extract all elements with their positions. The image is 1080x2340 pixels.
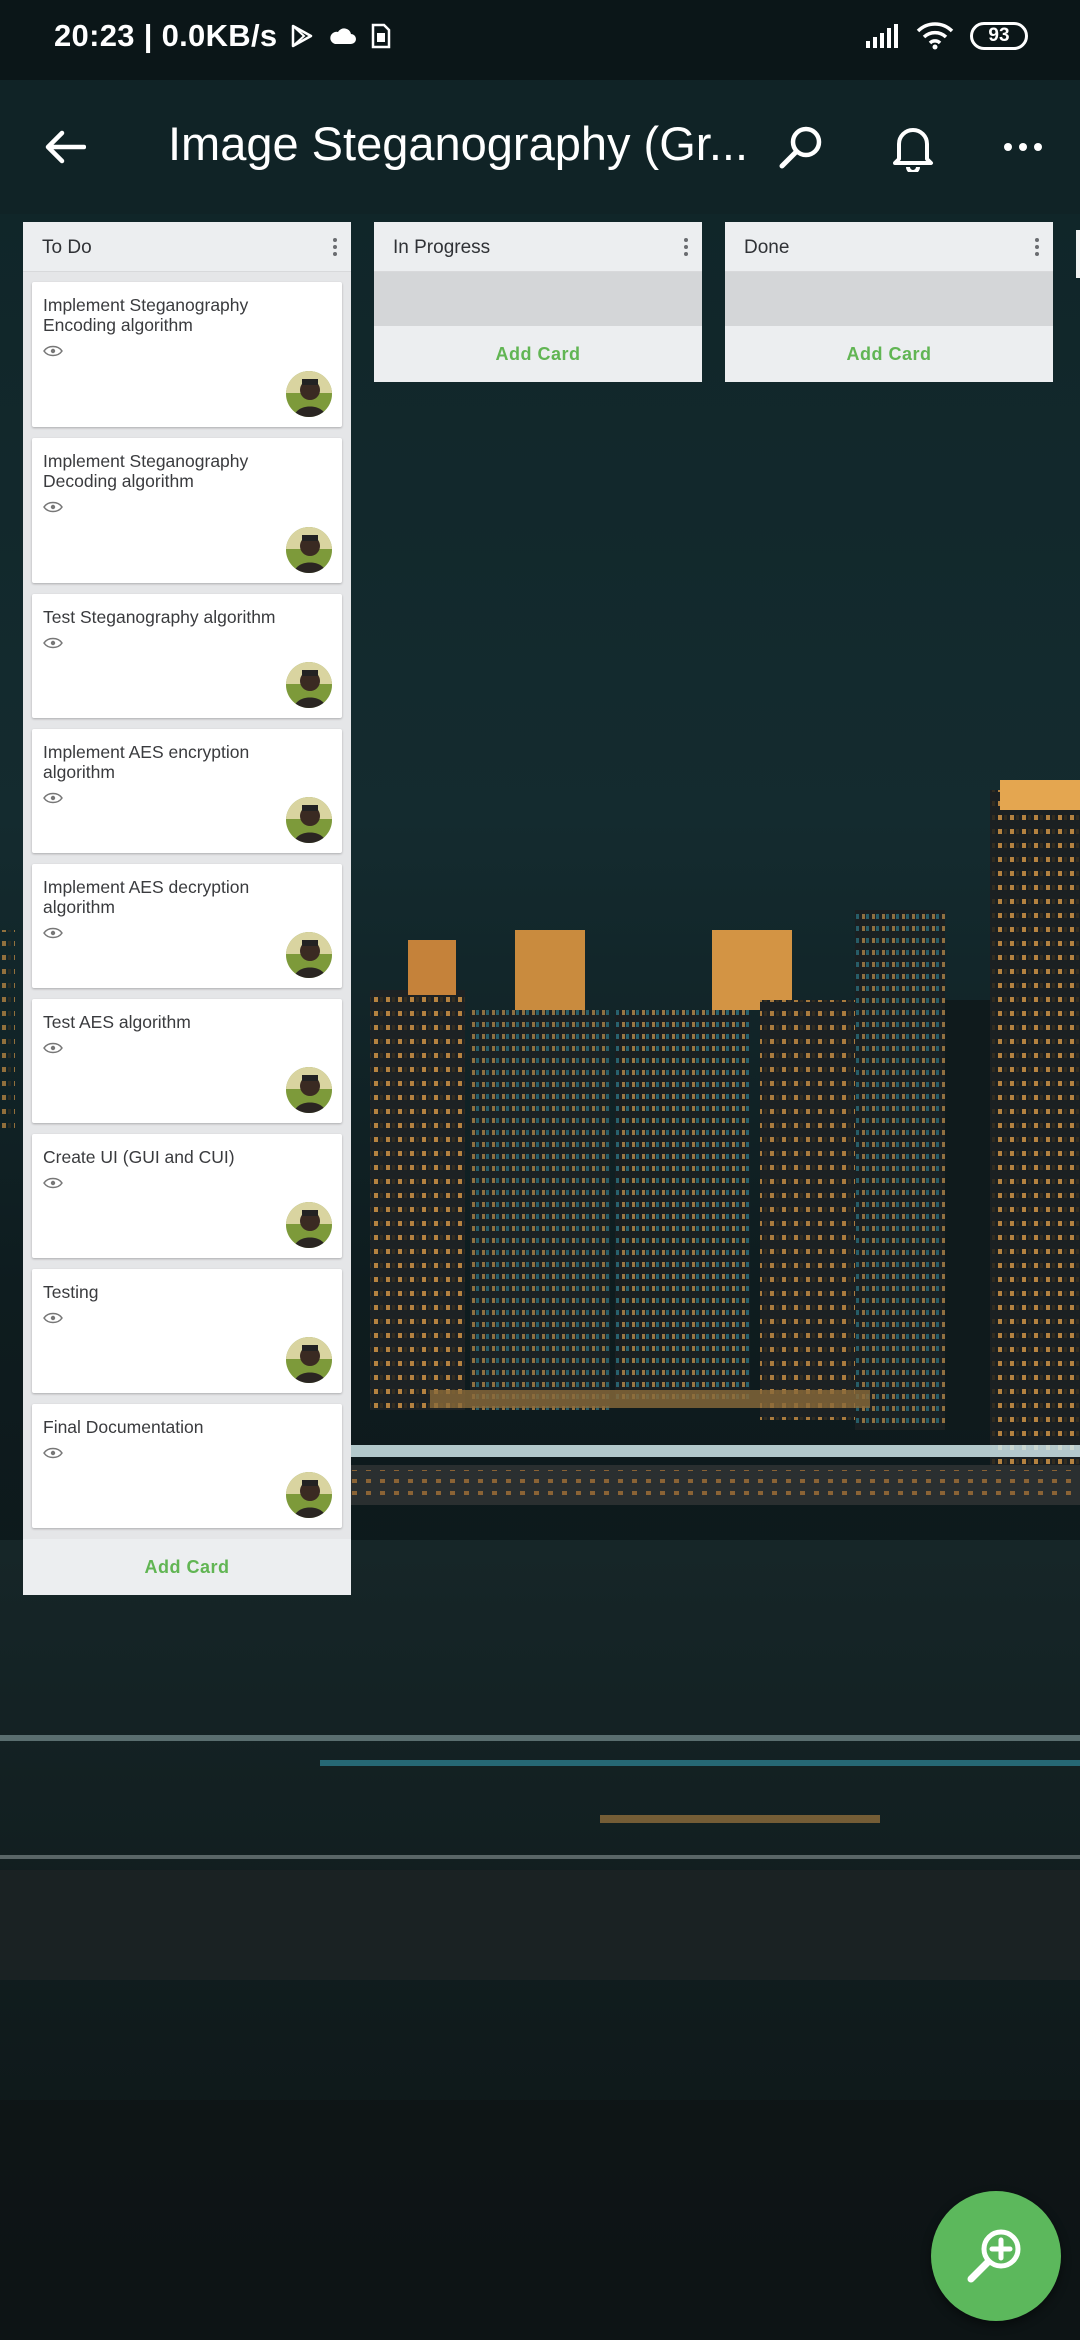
card-title: Implement AES decryption algorithm: [43, 877, 250, 917]
card[interactable]: Implement Steganography Decoding algorit…: [32, 438, 342, 583]
card-list: Implement Steganography Encoding algorit…: [23, 272, 351, 1528]
list-title: Done: [744, 237, 790, 258]
add-card-button[interactable]: Add Card: [374, 326, 702, 382]
battery-icon: 93: [970, 22, 1028, 50]
member-avatar: [286, 1337, 332, 1383]
card[interactable]: Implement AES decryption algorithm: [32, 864, 342, 988]
card-title: Create UI (GUI and CUI): [43, 1147, 235, 1167]
add-card-button[interactable]: Add Card: [23, 1539, 351, 1595]
list-title: In Progress: [393, 237, 491, 258]
list-done: Done Add Card: [725, 222, 1053, 382]
list-header: In Progress: [374, 222, 702, 272]
empty-card-slot: [725, 272, 1053, 326]
list-menu-icon[interactable]: [331, 238, 339, 256]
status-time: 20:23 | 0.0KB/s: [54, 18, 278, 53]
status-bar: 20:23 | 0.0KB/s 93: [0, 0, 1080, 80]
card-title: Implement AES encryption algorithm: [43, 742, 250, 782]
eye-icon: [43, 792, 63, 804]
card[interactable]: Implement Steganography Encoding algorit…: [32, 282, 342, 427]
list-to-do: To Do Implement Steganography Encoding a…: [23, 222, 351, 1595]
list-in-progress: In Progress Add Card: [374, 222, 702, 382]
card-title: Test Steganography algorithm: [43, 607, 276, 627]
app-bar: Image Steganography (Gr...: [0, 80, 1080, 214]
card-title: Final Documentation: [43, 1417, 204, 1437]
list-header: To Do: [23, 222, 351, 272]
zoom-in-icon: [967, 2229, 1021, 2283]
more-icon[interactable]: [990, 114, 1056, 180]
search-icon[interactable]: [768, 114, 834, 180]
signal-icon: [864, 23, 900, 49]
eye-icon: [43, 1312, 63, 1324]
wifi-icon: [916, 22, 954, 50]
bell-icon[interactable]: [880, 114, 946, 180]
add-card-button[interactable]: Add Card: [725, 326, 1053, 382]
card-title: Implement Steganography Decoding algorit…: [43, 451, 249, 491]
card-title: Testing: [43, 1282, 99, 1302]
card[interactable]: Testing: [32, 1269, 342, 1393]
eye-icon: [43, 501, 63, 513]
member-avatar: [286, 527, 332, 573]
member-avatar: [286, 1067, 332, 1113]
card-title: Implement Steganography Encoding algorit…: [43, 295, 249, 335]
card-title: Test AES algorithm: [43, 1012, 191, 1032]
eye-icon: [43, 1042, 63, 1054]
board-title: Image Steganography (Gr...: [168, 117, 748, 170]
member-avatar: [286, 797, 332, 843]
eye-icon: [43, 637, 63, 649]
cloud-icon: [327, 26, 357, 46]
eye-icon: [43, 345, 63, 357]
empty-card-slot: [374, 272, 702, 326]
member-avatar: [286, 371, 332, 417]
card[interactable]: Test Steganography algorithm: [32, 594, 342, 718]
card[interactable]: Test AES algorithm: [32, 999, 342, 1123]
member-avatar: [286, 932, 332, 978]
card[interactable]: Final Documentation: [32, 1404, 342, 1528]
play-store-icon: [291, 24, 313, 48]
member-avatar: [286, 662, 332, 708]
list-menu-icon[interactable]: [1033, 238, 1041, 256]
eye-icon: [43, 1177, 63, 1189]
zoom-in-button[interactable]: [931, 2191, 1061, 2321]
card[interactable]: Implement AES encryption algorithm: [32, 729, 342, 853]
list-header: Done: [725, 222, 1053, 272]
card[interactable]: Create UI (GUI and CUI): [32, 1134, 342, 1258]
list-menu-icon[interactable]: [682, 238, 690, 256]
eye-icon: [43, 927, 63, 939]
member-avatar: [286, 1472, 332, 1518]
next-list-edge[interactable]: [1076, 230, 1080, 278]
eye-icon: [43, 1447, 63, 1459]
back-arrow-icon[interactable]: [32, 114, 98, 180]
member-avatar: [286, 1202, 332, 1248]
list-title: To Do: [42, 237, 92, 258]
sim-card-icon: [371, 23, 391, 49]
